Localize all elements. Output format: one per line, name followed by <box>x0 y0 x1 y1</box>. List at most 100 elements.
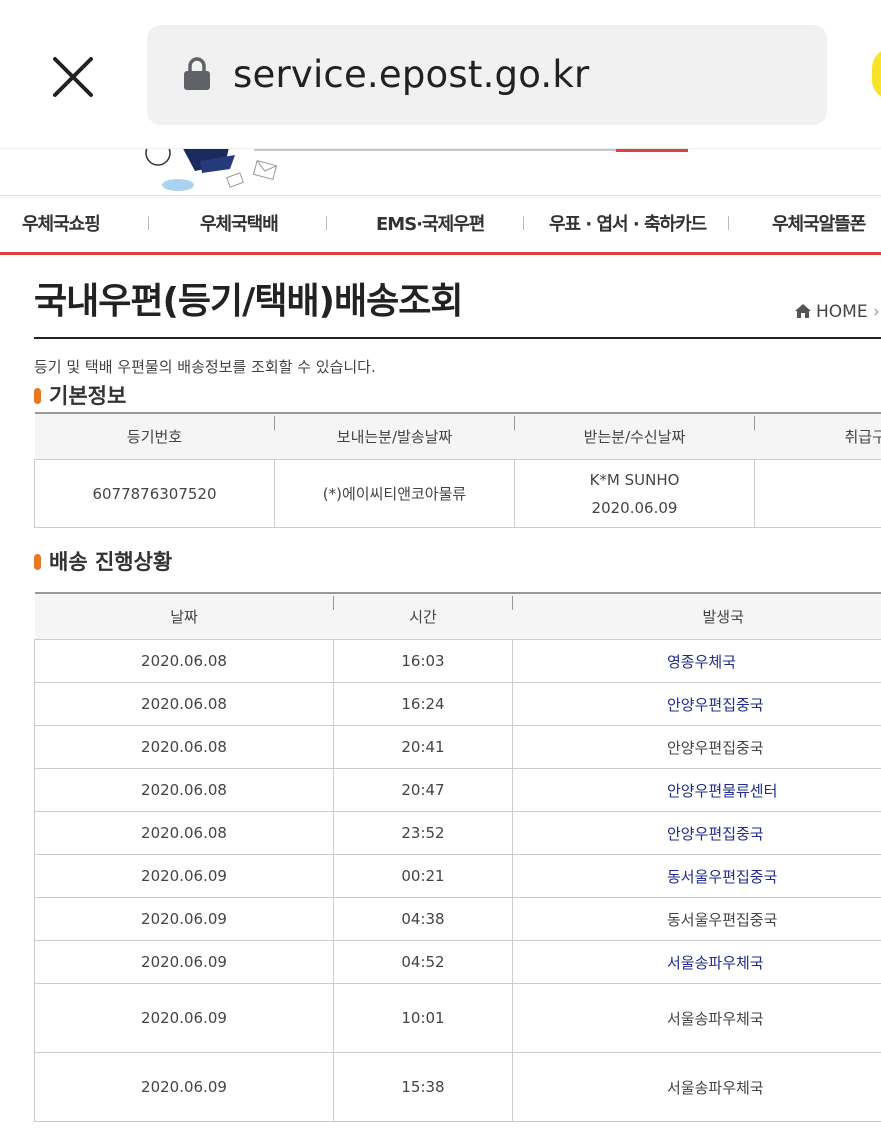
cell-text: 20:41 <box>401 738 445 756</box>
date-cell: 2020.06.09 <box>34 983 334 1053</box>
nav-divider <box>523 216 524 230</box>
time-cell: 04:52 <box>333 940 513 984</box>
office-cell: 서울송파우체국 <box>512 1052 881 1122</box>
handling-cell <box>754 459 881 528</box>
address-bar[interactable]: service.epost.go.kr <box>147 25 827 125</box>
table-row: 2020.06.08 20:47 안양우편물류센터 <box>34 768 881 812</box>
date-cell: 2020.06.09 <box>34 897 334 941</box>
cell-text: 2020.06.08 <box>141 652 227 670</box>
banner-search-border <box>254 149 616 151</box>
profile-avatar[interactable] <box>872 48 881 100</box>
office-link[interactable]: 영종우체국 <box>667 653 736 671</box>
cell-text: 16:24 <box>401 695 445 713</box>
time-cell: 04:38 <box>333 897 513 941</box>
cell-text: 00:21 <box>401 867 445 885</box>
office-cell: 동서울우편집중국 <box>512 854 881 898</box>
date-cell: 2020.06.09 <box>34 940 334 984</box>
office-cell: 안양우편집중국 <box>512 811 881 855</box>
office-cell: 동서울우편집중국 <box>512 897 881 941</box>
nav-item-mobile[interactable]: 우체국알뜰폰 <box>772 210 866 236</box>
cell-text: 2020.06.08 <box>141 781 227 799</box>
cell-text: 2020.06.09 <box>141 910 227 928</box>
date-cell: 2020.06.08 <box>34 768 334 812</box>
table-row: 2020.06.08 16:24 안양우편집중국 <box>34 682 881 726</box>
cell-text: 2020.06.08 <box>141 824 227 842</box>
cell-text: 2020.06.09 <box>141 953 227 971</box>
table-row: 2020.06.09 10:01 서울송파우체국 <box>34 983 881 1053</box>
office-link[interactable]: 서울송파우체국 <box>667 954 764 972</box>
time-cell: 15:38 <box>333 1052 513 1122</box>
nav-item-ems[interactable]: EMS·국제우편 <box>376 210 485 236</box>
nav-item-shopping[interactable]: 우체국쇼핑 <box>22 210 101 236</box>
breadcrumb[interactable]: HOME › <box>794 302 880 322</box>
cell-text: 15:38 <box>401 1078 445 1096</box>
office-link[interactable]: 동서울우편집중국 <box>667 868 777 886</box>
basic-info-table: 등기번호 보내는분/발송날짜 받는분/수신날짜 취급구 607787630752… <box>34 412 881 528</box>
cell-text: 2020.06.09 <box>141 1078 227 1096</box>
sender-cell: (*)에이씨티앤코아물류 <box>274 459 515 528</box>
receiver-cell: K*M SUNHO 2020.06.09 <box>514 459 755 528</box>
col-header: 발생국 <box>512 592 881 640</box>
office-cell: 서울송파우체국 <box>512 940 881 984</box>
site-banner <box>0 149 881 195</box>
col-header: 날짜 <box>34 592 334 640</box>
office-link[interactable]: 안양우편집중국 <box>667 825 764 843</box>
office-cell: 영종우체국 <box>512 639 881 683</box>
time-cell: 20:41 <box>333 725 513 769</box>
lock-icon <box>183 57 211 91</box>
time-cell: 00:21 <box>333 854 513 898</box>
office-cell: 안양우편집중국 <box>512 725 881 769</box>
nav-item-stamps[interactable]: 우표 · 엽서 · 축하카드 <box>549 210 707 236</box>
office-text: 서울송파우체국 <box>667 1078 764 1097</box>
date-cell: 2020.06.09 <box>34 854 334 898</box>
page-description: 등기 및 택배 우편물의 배송정보를 조회할 수 있습니다. <box>34 358 376 376</box>
date-cell: 2020.06.08 <box>34 725 334 769</box>
col-header: 보내는분/발송날짜 <box>274 412 515 460</box>
time-cell: 10:01 <box>333 983 513 1053</box>
date-cell: 2020.06.08 <box>34 639 334 683</box>
title-divider <box>34 337 881 339</box>
time-cell: 16:24 <box>333 682 513 726</box>
col-header: 등기번호 <box>34 412 275 460</box>
time-cell: 16:03 <box>333 639 513 683</box>
tracking-table: 날짜 시간 발생국 2020.06.08 16:03 영종우체국 2020.06.08… <box>34 592 881 1122</box>
home-icon <box>795 304 811 318</box>
date-cell: 2020.06.09 <box>34 1052 334 1122</box>
cell-text: 04:38 <box>401 910 445 928</box>
col-header: 취급구 <box>754 412 881 460</box>
office-cell: 안양우편물류센터 <box>512 768 881 812</box>
office-text: 동서울우편집중국 <box>667 910 778 929</box>
table-row: 2020.06.08 16:03 영종우체국 <box>34 639 881 683</box>
office-link[interactable]: 안양우편물류센터 <box>667 782 777 800</box>
mascot-illustration-icon <box>145 149 278 191</box>
office-cell: 안양우편집중국 <box>512 682 881 726</box>
office-link[interactable]: 안양우편집중국 <box>667 696 764 714</box>
date-cell: 2020.06.08 <box>34 811 334 855</box>
cell-text: 2020.06.09 <box>141 1009 227 1027</box>
office-cell: 서울송파우체국 <box>512 983 881 1053</box>
date-cell: 2020.06.08 <box>34 682 334 726</box>
cell-text: 16:03 <box>401 652 445 670</box>
url-text: service.epost.go.kr <box>233 53 590 96</box>
breadcrumb-home[interactable]: HOME <box>816 302 868 322</box>
cell-text: 2020.06.08 <box>141 695 227 713</box>
table-row: 2020.06.09 15:38 서울송파우체국 <box>34 1052 881 1122</box>
cell-text: 20:47 <box>401 781 445 799</box>
nav-item-parcel[interactable]: 우체국택배 <box>200 210 279 236</box>
nav-divider <box>326 216 327 230</box>
table-row: 2020.06.08 23:52 안양우편집중국 <box>34 811 881 855</box>
nav-divider <box>148 216 149 230</box>
cell-text: 10:01 <box>401 1009 445 1027</box>
cell-text: 2020.06.08 <box>141 738 227 756</box>
table-row: 6077876307520 (*)에이씨티앤코아물류 K*M SUNHO 202… <box>34 459 881 528</box>
col-header: 받는분/수신날짜 <box>514 412 755 460</box>
col-header: 시간 <box>333 592 513 640</box>
section-heading-tracking: 배송 진행상황 <box>34 546 172 576</box>
cell-text: 2020.06.09 <box>141 867 227 885</box>
cell-text: 04:52 <box>401 953 445 971</box>
bullet-icon <box>34 554 41 570</box>
section-heading-basic: 기본정보 <box>34 380 126 410</box>
time-cell: 20:47 <box>333 768 513 812</box>
office-text: 안양우편집중국 <box>667 738 764 757</box>
close-icon[interactable] <box>50 54 96 100</box>
